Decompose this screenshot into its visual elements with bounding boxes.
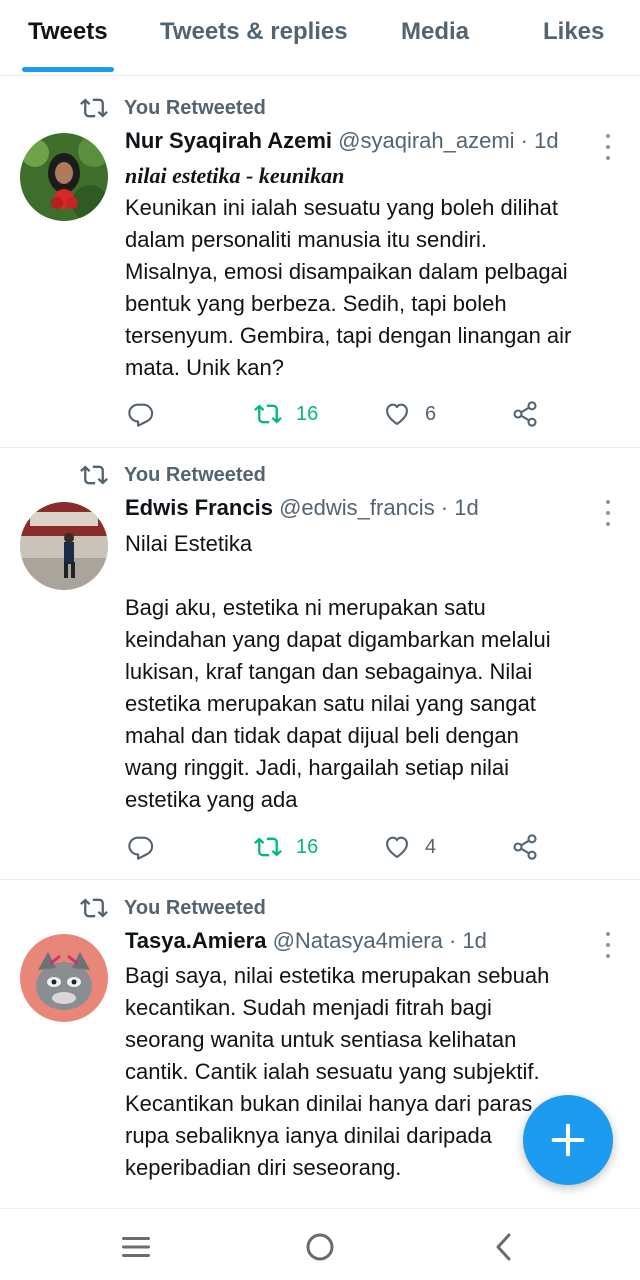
retweet-label: You Retweeted — [124, 463, 266, 486]
tweet-line: Bagi saya, nilai estetika merupakan sebu… — [125, 963, 550, 988]
like-count: 6 — [425, 402, 437, 425]
author-name[interactable]: Edwis Francis — [125, 495, 273, 520]
home-button[interactable] — [300, 1227, 340, 1267]
tweet-line: estetika merupakan satu nilai yang sanga… — [125, 691, 536, 716]
avatar[interactable] — [20, 502, 108, 590]
tweet-line: tersenyum. Gembira, tapi dengan linangan… — [125, 323, 572, 348]
retweet-button[interactable]: 16 — [254, 394, 318, 434]
tweet-header: Tasya.Amiera @Natasya4miera · 1d — [125, 928, 590, 960]
retweet-context: You Retweeted — [80, 93, 266, 123]
avatar-photo — [20, 934, 108, 1022]
plus-icon — [551, 1123, 585, 1157]
tweet-line: keindahan yang dapat digambarkan melalui — [125, 627, 551, 652]
author-name[interactable]: Tasya.Amiera — [125, 928, 266, 953]
tweet-title-line: Nilai Estetika — [125, 531, 253, 556]
avatar-photo — [20, 133, 108, 221]
author-name[interactable]: Nur Syaqirah Azemi — [125, 128, 332, 153]
compose-tweet-button[interactable] — [523, 1095, 613, 1185]
retweet-button[interactable]: 16 — [254, 827, 318, 867]
recent-apps-button[interactable] — [116, 1227, 156, 1267]
menu-lines-icon — [122, 1237, 150, 1257]
share-icon — [513, 401, 537, 427]
tweet-text: Nilai Estetika Bagi aku, estetika ni mer… — [125, 528, 625, 816]
retweet-context: You Retweeted — [80, 893, 266, 923]
tweet-line: kecantikan. Sudah menjadi fitrah bagi — [125, 995, 492, 1020]
more-options-icon[interactable] — [598, 134, 618, 160]
share-icon — [513, 834, 537, 860]
tweet-line: wang ringgit. Jadi, hargailah setiap nil… — [125, 755, 510, 780]
profile-tabbar: Tweets Tweets & replies Media Likes — [0, 0, 640, 76]
back-chevron-icon — [496, 1233, 511, 1261]
avatar-photo — [20, 502, 108, 590]
avatar[interactable] — [20, 133, 108, 221]
like-count: 4 — [425, 835, 437, 858]
reply-icon — [128, 836, 154, 860]
reply-icon — [128, 403, 154, 427]
author-handle[interactable]: @edwis_francis · 1d — [279, 495, 479, 520]
tweet-line: lukisan, kraf tangan dan sebagainya. Nil… — [125, 659, 533, 684]
tweet-actions: 16 6 — [0, 394, 640, 434]
tweet-card[interactable]: You Retweeted Edwis Francis @edwis_franc… — [0, 450, 640, 880]
reply-button[interactable] — [127, 394, 155, 434]
retweet-count: 16 — [296, 835, 319, 858]
retweet-label: You Retweeted — [124, 96, 266, 119]
more-options-icon[interactable] — [598, 932, 618, 958]
retweet-count: 16 — [296, 402, 319, 425]
system-navigation-bar — [0, 1208, 640, 1280]
back-button[interactable] — [484, 1227, 524, 1267]
tweet-line: Keunikan ini ialah sesuatu yang boleh di… — [125, 195, 558, 220]
more-options-icon[interactable] — [598, 500, 618, 526]
tweet-header: Nur Syaqirah Azemi @syaqirah_azemi · 1d — [125, 128, 590, 160]
retweet-icon — [80, 465, 108, 485]
tweet-line: mahal dan tidak dapat dijual beli dengan — [125, 723, 519, 748]
retweet-icon — [80, 98, 108, 118]
tweet-line: estetika yang ada — [125, 787, 298, 812]
reply-button[interactable] — [127, 827, 155, 867]
tweet-header: Edwis Francis @edwis_francis · 1d — [125, 495, 590, 527]
retweet-icon — [80, 898, 108, 918]
tab-tweets-replies[interactable]: Tweets & replies — [160, 18, 348, 46]
tweet-line: dalam personaliti manusia itu sendiri. — [125, 227, 487, 252]
tweet-subtitle: nilai estetika - keunikan — [125, 163, 345, 188]
like-button[interactable]: 4 — [383, 827, 436, 867]
retweet-context: You Retweeted — [80, 460, 266, 490]
tweet-line: Bagi aku, estetika ni merupakan satu — [125, 595, 486, 620]
author-handle[interactable]: @Natasya4miera · 1d — [273, 928, 487, 953]
tweet-line: mata. Unik kan? — [125, 355, 284, 380]
tab-tweets[interactable]: Tweets — [28, 18, 108, 46]
tweet-actions: 16 4 — [0, 827, 640, 867]
tweet-text: nilai estetika - keunikan Keunikan ini i… — [125, 160, 625, 384]
retweet-icon — [254, 837, 282, 857]
active-tab-indicator — [22, 67, 114, 72]
tweet-line: cantik. Cantik ialah sesuatu yang subjek… — [125, 1059, 540, 1084]
retweet-icon — [254, 404, 282, 424]
like-button[interactable]: 6 — [383, 394, 436, 434]
heart-icon — [386, 836, 408, 858]
share-button[interactable] — [511, 827, 539, 867]
heart-icon — [386, 403, 408, 425]
tab-media[interactable]: Media — [401, 18, 469, 46]
tweet-line: bentuk yang berbeza. Sedih, tapi boleh — [125, 291, 507, 316]
retweet-label: You Retweeted — [124, 896, 266, 919]
home-circle-icon — [306, 1233, 334, 1261]
tweet-line: seorang wanita untuk sentiasa kelihatan — [125, 1027, 517, 1052]
avatar[interactable] — [20, 934, 108, 1022]
share-button[interactable] — [511, 394, 539, 434]
author-handle[interactable]: @syaqirah_azemi · 1d — [338, 128, 558, 153]
tweet-card[interactable]: You Retweeted Nur Syaqirah Azemi @syaqir… — [0, 84, 640, 448]
tab-likes[interactable]: Likes — [543, 18, 604, 46]
tweet-line: Misalnya, emosi disampaikan dalam pelbag… — [125, 259, 568, 284]
